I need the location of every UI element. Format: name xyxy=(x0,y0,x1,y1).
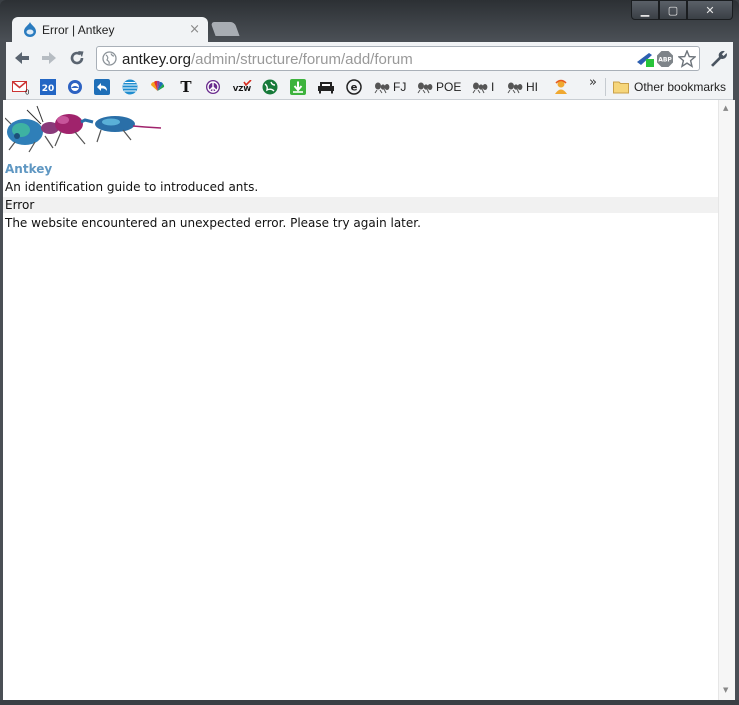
bookmark-item[interactable]: 20 xyxy=(40,79,56,95)
drupal-icon xyxy=(24,22,36,37)
other-bookmarks[interactable]: Other bookmarks xyxy=(613,79,726,95)
ant-icon xyxy=(472,82,488,94)
wrench-icon[interactable] xyxy=(708,48,728,68)
ant-icon xyxy=(417,82,433,94)
bookmark-label: I xyxy=(491,80,495,94)
bookmark-item[interactable]: VZW xyxy=(232,79,252,95)
scroll-up-arrow-icon[interactable]: ▲ xyxy=(723,104,728,112)
new-tab-button[interactable] xyxy=(210,22,240,36)
folder-icon xyxy=(613,81,629,94)
url-host: antkey.org xyxy=(122,51,191,68)
forward-button[interactable] xyxy=(38,48,60,68)
bookmark-label: POE xyxy=(436,80,462,94)
gmail-icon: 0 xyxy=(12,80,29,95)
back-button[interactable] xyxy=(11,48,33,68)
bookmark-item[interactable]: 0 xyxy=(12,79,29,95)
bookmark-item-poe[interactable]: POE xyxy=(417,79,461,95)
globe-icon xyxy=(102,51,117,66)
couch-icon xyxy=(318,82,334,94)
window-controls: ▁ ▢ ✕ xyxy=(631,0,733,20)
weather-icon xyxy=(68,80,82,94)
bookmark-item[interactable] xyxy=(553,79,569,95)
bookmark-item[interactable]: e xyxy=(346,79,362,95)
vertical-scrollbar[interactable]: ▲ ▼ xyxy=(718,100,735,700)
more-bookmarks-chevron[interactable]: » xyxy=(589,75,597,90)
forward-arrow-icon xyxy=(42,52,56,64)
bookmark-item[interactable] xyxy=(67,79,83,95)
nyt-icon: T xyxy=(180,79,192,95)
bookmarks-bar: 0 20 T VZW e FJ POE I HI » Other bookmar… xyxy=(6,75,733,100)
url-path: /admin/structure/forum/add/forum xyxy=(190,51,413,68)
reload-button[interactable] xyxy=(66,48,88,68)
bookmark-item[interactable] xyxy=(290,79,306,95)
maximize-button[interactable]: ▢ xyxy=(659,0,687,20)
bookmark-item[interactable] xyxy=(122,79,138,95)
svg-text:0: 0 xyxy=(25,88,29,95)
bookmark-separator xyxy=(605,78,606,96)
extension-icon[interactable] xyxy=(635,50,655,68)
url-text[interactable]: antkey.org/admin/structure/forum/add/for… xyxy=(122,51,413,68)
star-icon[interactable] xyxy=(678,50,696,68)
att-icon xyxy=(122,79,138,95)
vzw-icon: VZW xyxy=(233,80,252,93)
nbc-icon xyxy=(151,80,165,91)
person-icon xyxy=(555,79,567,94)
svg-text:VZW: VZW xyxy=(233,85,251,93)
window-frame-bottom xyxy=(0,700,739,705)
peace-icon xyxy=(206,80,220,94)
svg-text:20: 20 xyxy=(42,84,55,94)
bookmark-item[interactable] xyxy=(318,79,334,95)
page-title: Error xyxy=(3,197,718,213)
site-slogan: An identification guide to introduced an… xyxy=(5,180,259,194)
minimize-button[interactable]: ▁ xyxy=(631,0,659,20)
adblock-icon[interactable]: ABP xyxy=(656,50,674,68)
calendar-icon: 20 xyxy=(40,79,56,95)
close-window-button[interactable]: ✕ xyxy=(687,0,733,20)
page-content: Antkey An identification guide to introd… xyxy=(3,100,718,700)
close-icon[interactable]: × xyxy=(189,22,200,37)
site-name-link[interactable]: Antkey xyxy=(5,162,52,176)
bookmark-item[interactable] xyxy=(205,79,221,95)
ant-icon xyxy=(374,82,390,94)
bookmark-item-hi[interactable]: HI xyxy=(507,79,538,95)
download-icon xyxy=(290,79,306,95)
error-message: The website encountered an unexpected er… xyxy=(5,216,421,230)
reply-icon xyxy=(94,79,110,95)
bookmark-item[interactable] xyxy=(94,79,110,95)
tab-active[interactable]: Error | Antkey × xyxy=(12,17,208,43)
tab-title: Error | Antkey xyxy=(42,23,115,37)
bookmark-item[interactable]: T xyxy=(179,79,193,95)
bookmark-label: FJ xyxy=(393,80,407,94)
e-icon: e xyxy=(346,79,362,95)
reload-icon xyxy=(70,51,84,65)
svg-text:e: e xyxy=(351,83,358,94)
bookmark-label: HI xyxy=(526,80,538,94)
other-bookmarks-label: Other bookmarks xyxy=(634,80,727,94)
svg-text:T: T xyxy=(180,79,192,95)
adblock-label: ABP xyxy=(658,57,672,64)
bookmark-item[interactable] xyxy=(149,79,166,95)
address-bar[interactable]: antkey.org/admin/structure/forum/add/for… xyxy=(96,46,700,71)
browser-window: ▁ ▢ ✕ Error | Antkey × antkey.org/admin/… xyxy=(0,0,739,705)
globe-green-icon xyxy=(262,79,278,95)
back-arrow-icon xyxy=(15,52,29,64)
toolbar: antkey.org/admin/structure/forum/add/for… xyxy=(6,42,733,75)
bookmark-item-fj[interactable]: FJ xyxy=(374,79,406,95)
ant-icon xyxy=(507,82,523,94)
antkey-logo[interactable] xyxy=(5,102,163,154)
scroll-down-arrow-icon[interactable]: ▼ xyxy=(723,686,728,694)
bookmark-item[interactable] xyxy=(262,79,278,95)
bookmark-item-i[interactable]: I xyxy=(472,79,494,95)
